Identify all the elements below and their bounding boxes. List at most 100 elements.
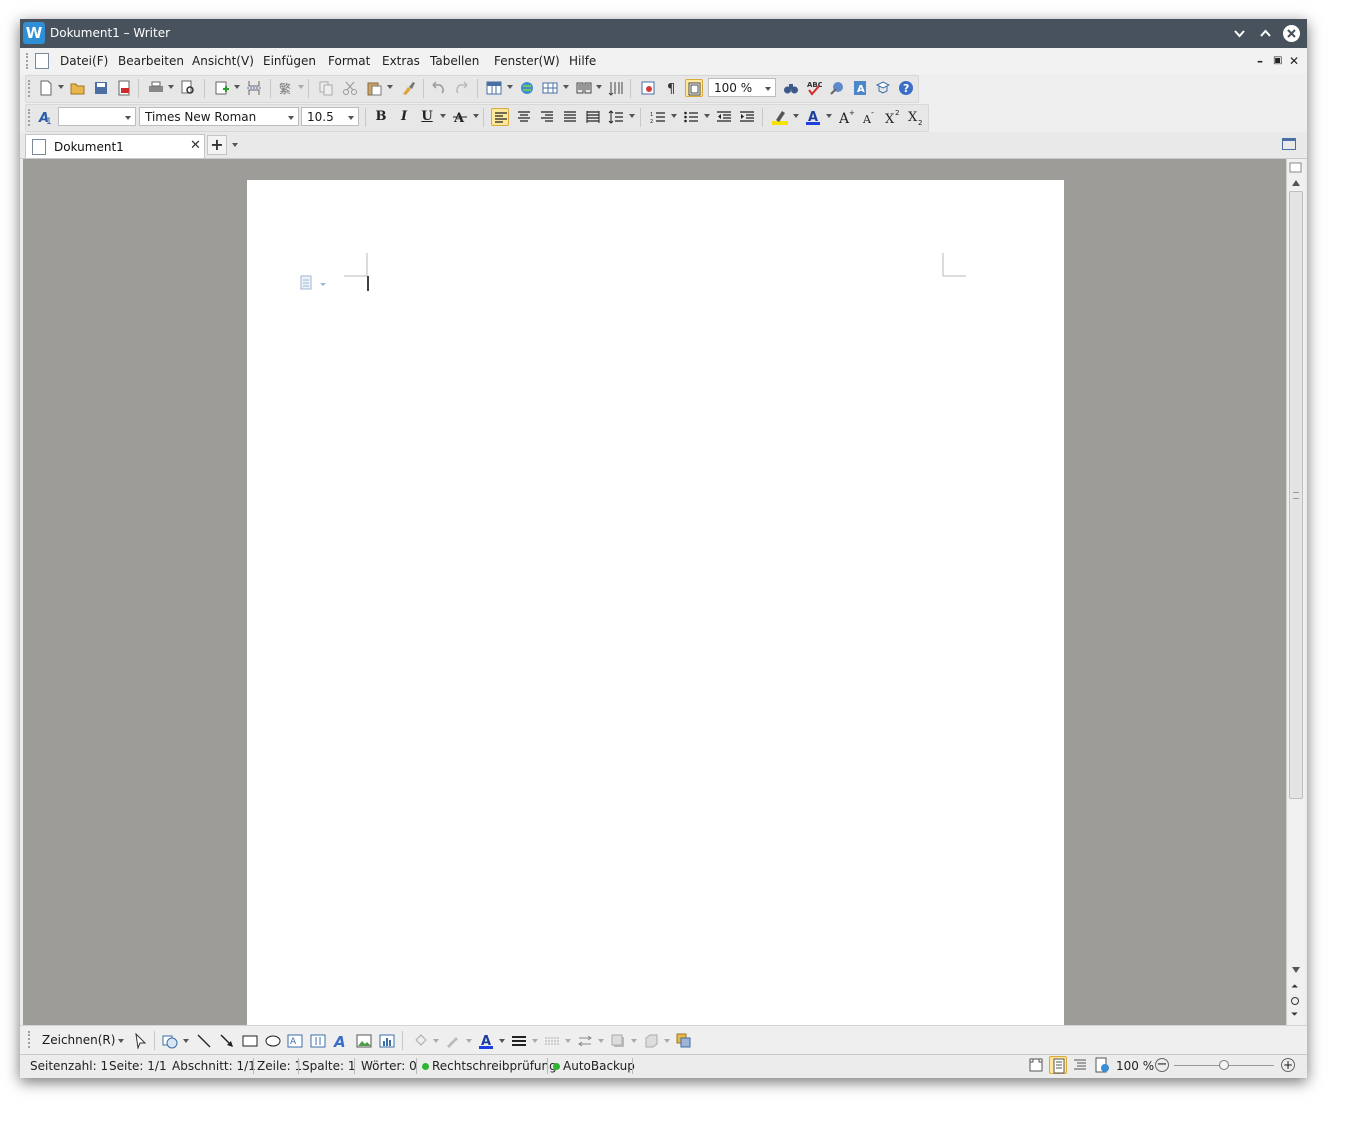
status-autobackup[interactable]: AutoBackup — [563, 1059, 635, 1073]
find-button[interactable] — [782, 79, 800, 97]
text-direction-button[interactable] — [607, 79, 625, 97]
highlight-button[interactable] — [771, 108, 789, 126]
superscript-button[interactable]: X2 — [883, 108, 901, 126]
bullet-list-button[interactable] — [682, 108, 700, 126]
status-spellcheck[interactable]: Rechtschreibprüfung — [432, 1059, 557, 1073]
export-pdf-button[interactable] — [115, 79, 133, 97]
shapes-button[interactable] — [161, 1032, 179, 1050]
numbered-list-dropdown[interactable] — [671, 114, 677, 118]
bold-button[interactable]: B — [372, 108, 390, 126]
view-outline-button[interactable] — [1071, 1056, 1089, 1074]
bullet-list-dropdown[interactable] — [704, 114, 710, 118]
minimize-button[interactable] — [1231, 25, 1248, 42]
page-break-button[interactable] — [245, 79, 263, 97]
tab-close-icon[interactable]: ✕ — [190, 138, 201, 153]
subscript-button[interactable]: X2 — [906, 108, 924, 126]
format-painter-button[interactable] — [399, 79, 417, 97]
font-name-dropdown[interactable] — [288, 116, 294, 120]
nonprinting-chars-button[interactable]: ¶ — [663, 79, 681, 97]
tab-dokument1[interactable]: Dokument1 ✕ — [25, 134, 205, 158]
doc-close-button[interactable]: ✕ — [1289, 54, 1299, 68]
distribute-button[interactable] — [584, 108, 602, 126]
print-preview-button[interactable] — [179, 79, 197, 97]
italic-button[interactable]: I — [395, 108, 413, 126]
toolbar-grip[interactable] — [28, 80, 34, 97]
grow-font-button[interactable]: A + — [837, 108, 855, 126]
table-grid-dropdown[interactable] — [563, 85, 569, 89]
align-right-button[interactable] — [538, 108, 556, 126]
numbered-list-button[interactable]: 12 — [649, 108, 667, 126]
copy-button[interactable] — [317, 79, 335, 97]
line-color-button[interactable] — [444, 1032, 462, 1050]
help-tip-button[interactable] — [874, 79, 892, 97]
save-button[interactable] — [92, 79, 110, 97]
increase-indent-button[interactable] — [738, 108, 756, 126]
draw-font-color-dropdown[interactable] — [499, 1039, 505, 1043]
zoom-in-button[interactable]: + — [1281, 1058, 1295, 1072]
select-button[interactable] — [131, 1032, 149, 1050]
toolbar-grip[interactable] — [28, 1031, 34, 1048]
select-objects-button[interactable] — [675, 1032, 693, 1050]
menu-fenster[interactable]: Fenster(W) — [494, 54, 560, 68]
scroll-options-icon[interactable] — [1287, 161, 1305, 175]
close-window-button[interactable] — [1283, 25, 1300, 42]
view-page-button[interactable] — [1049, 1056, 1067, 1074]
scroll-up-arrow[interactable] — [1292, 180, 1300, 186]
menu-extras[interactable]: Extras — [382, 54, 420, 68]
arrow-style-dropdown[interactable] — [598, 1039, 604, 1043]
zoom-out-button[interactable]: − — [1155, 1058, 1169, 1072]
text-boundaries-button[interactable] — [685, 79, 703, 97]
rectangle-button[interactable] — [241, 1032, 259, 1050]
shrink-font-button[interactable]: A- — [860, 108, 878, 126]
styles-button[interactable]: A1 — [37, 108, 55, 126]
tab-layout-icon[interactable] — [1282, 138, 1296, 150]
previous-page-icon[interactable]: ⏶ — [1291, 982, 1298, 992]
shadow-button[interactable] — [609, 1032, 627, 1050]
align-center-button[interactable] — [515, 108, 533, 126]
menu-einfuegen[interactable]: Einfügen — [263, 54, 316, 68]
status-page[interactable]: Seite: 1/1 — [109, 1059, 167, 1073]
strikethrough-button[interactable]: A — [451, 108, 469, 126]
doc-minimize-button[interactable]: – — [1257, 54, 1263, 68]
zoom-dropdown-arrow[interactable] — [765, 87, 771, 91]
arrow-button[interactable] — [218, 1032, 236, 1050]
paragraph-options-icon[interactable] — [300, 275, 328, 291]
view-web-button[interactable] — [1093, 1056, 1111, 1074]
browse-object-icon[interactable] — [1291, 997, 1299, 1005]
hyperlink-button[interactable] — [518, 79, 536, 97]
menu-hilfe[interactable]: Hilfe — [569, 54, 596, 68]
line-color-dropdown[interactable] — [466, 1039, 472, 1043]
dash-style-button[interactable] — [543, 1032, 561, 1050]
paragraph-style-combo[interactable] — [58, 107, 136, 126]
fill-color-dropdown[interactable] — [433, 1039, 439, 1043]
document-page[interactable] — [247, 180, 1064, 1025]
columns-button[interactable] — [575, 79, 593, 97]
chinese-convert-button[interactable]: 繁 — [277, 79, 295, 97]
line-spacing-dropdown[interactable] — [629, 114, 635, 118]
paragraph-style-dropdown[interactable] — [125, 116, 131, 120]
table-grid-button[interactable] — [541, 79, 559, 97]
highlight-dropdown[interactable] — [793, 114, 799, 118]
menu-ansicht[interactable]: Ansicht(V) — [192, 54, 254, 68]
menu-datei[interactable]: Datei(F) — [60, 54, 108, 68]
next-page-icon[interactable]: ⏷ — [1291, 1010, 1298, 1020]
line-style-button[interactable] — [510, 1032, 528, 1050]
print-button[interactable] — [147, 79, 165, 97]
underline-button[interactable]: U — [418, 108, 436, 126]
zoom-slider[interactable] — [1174, 1060, 1274, 1070]
align-left-button[interactable] — [491, 108, 509, 126]
line-spacing-button[interactable] — [607, 108, 625, 126]
help-button[interactable]: ? — [897, 79, 915, 97]
draw-menu-label[interactable]: Zeichnen(R) — [42, 1033, 115, 1047]
font-size-dropdown[interactable] — [348, 116, 354, 120]
toolbar-grip[interactable] — [28, 109, 34, 126]
insert-object-dropdown[interactable] — [234, 85, 240, 89]
cut-button[interactable] — [341, 79, 359, 97]
draw-font-color-button[interactable]: A — [477, 1032, 495, 1050]
fill-color-button[interactable] — [412, 1032, 430, 1050]
status-zoom-value[interactable]: 100 % — [1116, 1059, 1154, 1073]
text-box-button[interactable]: A — [851, 79, 869, 97]
horizontal-textbox-button[interactable]: A — [286, 1032, 304, 1050]
new-tab-button[interactable]: + — [207, 135, 227, 155]
font-name-combo[interactable]: Times New Roman — [139, 107, 299, 126]
